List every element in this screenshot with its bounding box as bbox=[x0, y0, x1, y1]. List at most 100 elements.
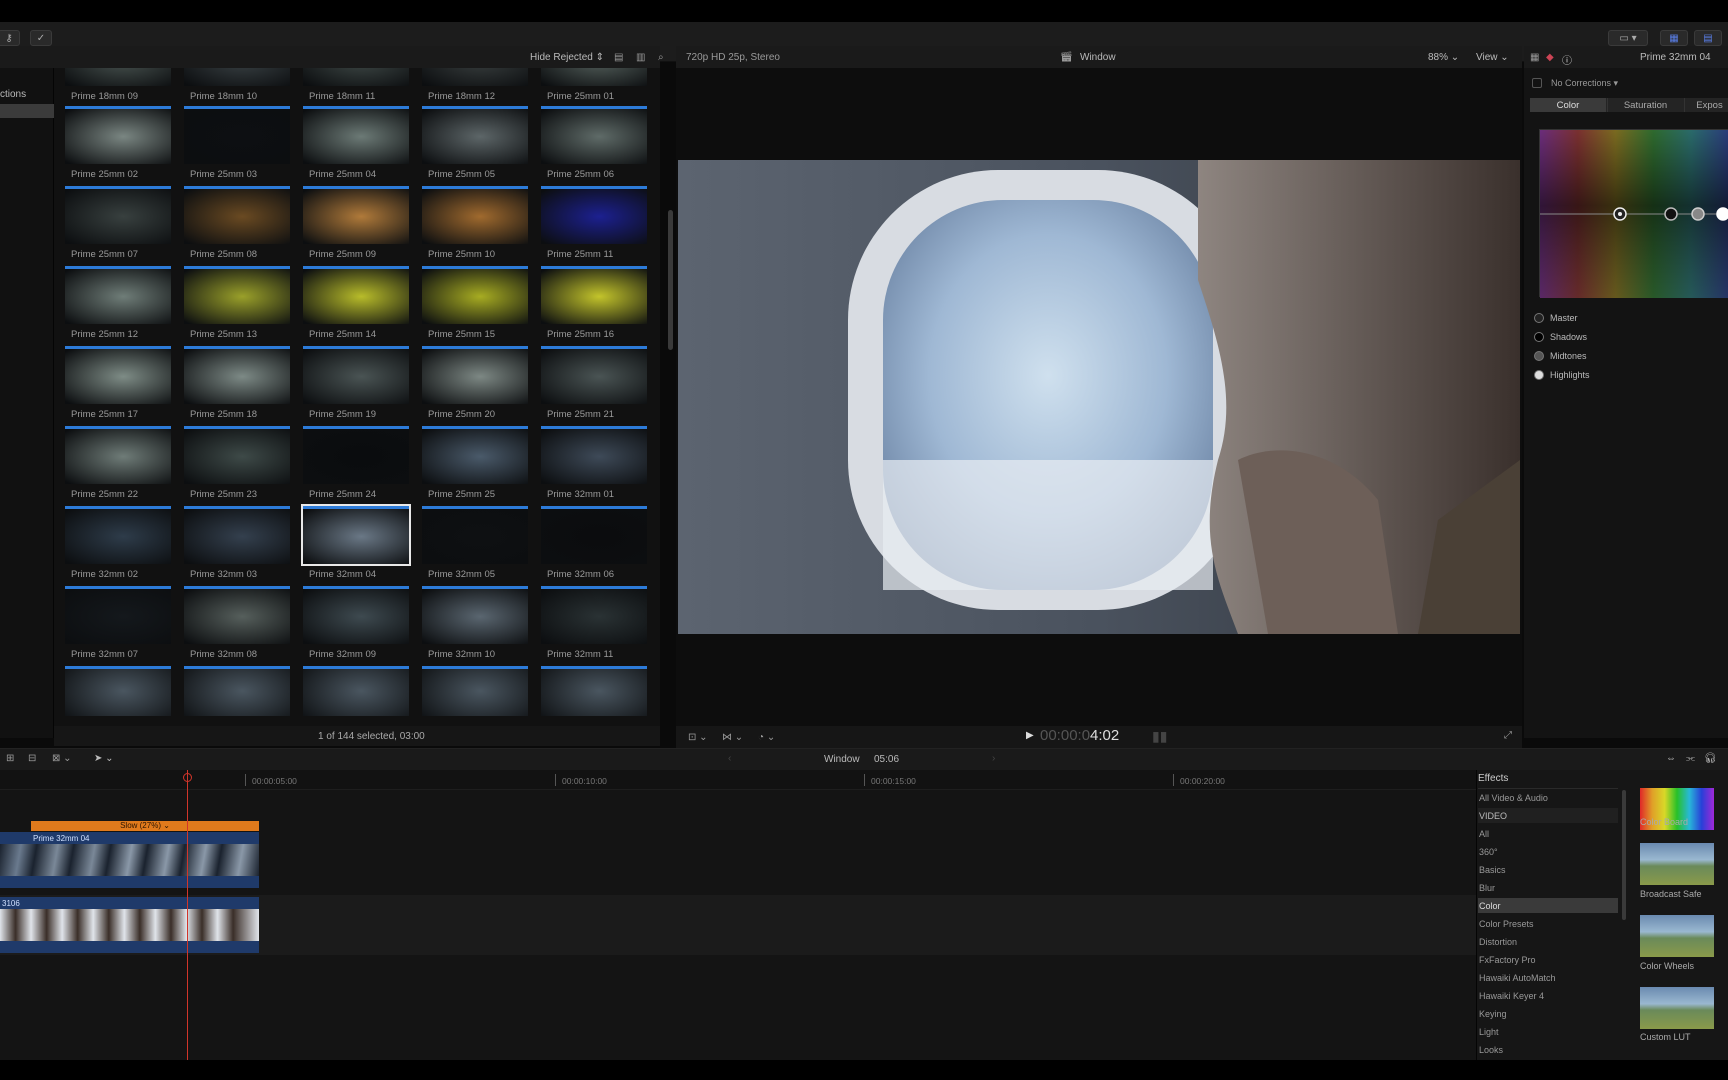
insert-icon[interactable]: ⊟ bbox=[28, 753, 36, 764]
zoom-menu[interactable]: 88% ⌄ bbox=[1428, 52, 1459, 63]
clip-thumbnail[interactable] bbox=[65, 506, 171, 564]
effects-category-item[interactable]: Distortion bbox=[1478, 934, 1618, 949]
info-icon[interactable]: ⓘ bbox=[1562, 52, 1572, 67]
clip-thumbnail[interactable] bbox=[184, 666, 290, 716]
clip-thumbnail[interactable] bbox=[65, 186, 171, 244]
range-master[interactable]: Master bbox=[1534, 313, 1578, 323]
clip-thumbnail[interactable] bbox=[422, 106, 528, 164]
color-inspector-icon[interactable]: ◆ bbox=[1546, 52, 1554, 63]
effects-category-item[interactable]: All Video & Audio bbox=[1478, 790, 1618, 805]
effects-category-item[interactable]: 360° bbox=[1478, 844, 1618, 859]
effects-category-item[interactable]: FxFactory Pro bbox=[1478, 952, 1618, 967]
effect-thumb-custom-lut[interactable] bbox=[1640, 987, 1714, 1029]
corrections-menu[interactable]: No Corrections ▾ bbox=[1551, 78, 1618, 89]
effects-category-item[interactable]: Color Presets bbox=[1478, 916, 1618, 931]
clip-thumbnail[interactable] bbox=[184, 586, 290, 644]
clip-thumbnail[interactable] bbox=[422, 68, 528, 86]
clip-thumbnail[interactable] bbox=[65, 266, 171, 324]
effects-category-item[interactable]: Basics bbox=[1478, 862, 1618, 877]
color-board[interactable] bbox=[1539, 129, 1728, 298]
clip-thumbnail[interactable] bbox=[422, 426, 528, 484]
connected-clip[interactable]: Prime 32mm 04 bbox=[0, 832, 259, 888]
timeline-ruler[interactable] bbox=[0, 770, 1476, 790]
fullscreen-icon[interactable]: ⤢ bbox=[1504, 730, 1512, 741]
search-icon[interactable]: ⌕ bbox=[658, 52, 664, 63]
clip-thumbnail[interactable] bbox=[422, 346, 528, 404]
share-icon[interactable]: ▭ ▾ bbox=[1608, 30, 1648, 46]
tab-color[interactable]: Color bbox=[1530, 98, 1606, 112]
effects-category-item[interactable]: Keying bbox=[1478, 1006, 1618, 1021]
append-icon[interactable]: ⊞ bbox=[6, 753, 14, 764]
effects-category-item[interactable]: Hawaiki Keyer 4 bbox=[1478, 988, 1618, 1003]
clip-thumbnail[interactable] bbox=[541, 186, 647, 244]
sidebar-item-collections[interactable]: ctions bbox=[0, 89, 26, 100]
key-icon[interactable]: ⚷ bbox=[0, 30, 20, 46]
playhead-line[interactable] bbox=[187, 770, 188, 1060]
clip-thumbnail[interactable] bbox=[301, 504, 411, 566]
retime-menu-icon[interactable]: ◔ ⌄ bbox=[758, 732, 775, 743]
clip-appearance-icon[interactable]: ▤ bbox=[614, 52, 623, 63]
clip-thumbnail[interactable] bbox=[65, 346, 171, 404]
clip-thumbnail[interactable] bbox=[303, 666, 409, 716]
clip-thumbnail[interactable] bbox=[184, 426, 290, 484]
select-tool-icon[interactable]: ➤ ⌄ bbox=[94, 753, 114, 764]
clip-thumbnail[interactable] bbox=[422, 186, 528, 244]
enhance-menu-icon[interactable]: ⋈ ⌄ bbox=[722, 732, 743, 743]
hide-rejected-filter[interactable]: Hide Rejected ⇕ bbox=[530, 52, 604, 63]
clip-thumbnail[interactable] bbox=[303, 346, 409, 404]
clip-thumbnail[interactable] bbox=[541, 426, 647, 484]
clip-thumbnail[interactable] bbox=[65, 68, 171, 86]
clip-thumbnail[interactable] bbox=[541, 506, 647, 564]
clip-thumbnail[interactable] bbox=[541, 586, 647, 644]
clip-thumbnail[interactable] bbox=[541, 346, 647, 404]
video-inspector-icon[interactable]: ▦ bbox=[1530, 52, 1539, 63]
clip-thumbnail[interactable] bbox=[303, 186, 409, 244]
retime-bar[interactable]: Slow (27%) ⌄ bbox=[31, 821, 259, 831]
clip-thumbnail[interactable] bbox=[303, 68, 409, 86]
browser-scrollbar[interactable] bbox=[668, 210, 673, 350]
clip-thumbnail[interactable] bbox=[422, 666, 528, 716]
effects-category-item[interactable]: Looks bbox=[1478, 1042, 1618, 1057]
clip-thumbnail[interactable] bbox=[65, 426, 171, 484]
timecode-display[interactable]: 00:00:04:02 bbox=[1040, 727, 1119, 744]
clip-thumbnail[interactable] bbox=[422, 506, 528, 564]
clip-thumbnail[interactable] bbox=[303, 426, 409, 484]
overwrite-icon[interactable]: ⊠ ⌄ bbox=[52, 753, 72, 764]
headphones-icon[interactable]: 🎧︎ bbox=[1704, 753, 1717, 764]
clip-thumbnail[interactable] bbox=[541, 106, 647, 164]
clip-thumbnail[interactable] bbox=[303, 586, 409, 644]
effects-category-item[interactable]: Color bbox=[1478, 898, 1618, 913]
forward-icon[interactable]: › bbox=[992, 753, 995, 764]
clip-thumbnail[interactable] bbox=[184, 266, 290, 324]
clip-thumbnail[interactable] bbox=[65, 106, 171, 164]
effects-category-item[interactable]: VIDEO bbox=[1478, 808, 1618, 823]
correction-checkbox[interactable] bbox=[1532, 78, 1542, 88]
workspace-icon[interactable]: ▦ bbox=[1660, 30, 1688, 46]
play-icon[interactable]: ▶ bbox=[1026, 730, 1034, 741]
effects-category-item[interactable]: All bbox=[1478, 826, 1618, 841]
clip-thumbnail[interactable] bbox=[422, 266, 528, 324]
effects-category-item[interactable]: Blur bbox=[1478, 880, 1618, 895]
background-tasks-icon[interactable]: ✓ bbox=[30, 30, 52, 46]
clip-thumbnail[interactable] bbox=[65, 586, 171, 644]
effects-scrollbar[interactable] bbox=[1622, 790, 1626, 920]
clip-thumbnail[interactable] bbox=[303, 106, 409, 164]
clip-thumbnail[interactable] bbox=[541, 266, 647, 324]
clip-thumbnail[interactable] bbox=[303, 266, 409, 324]
clip-thumbnail[interactable] bbox=[65, 666, 171, 716]
filmstrip-icon[interactable]: ▥ bbox=[636, 52, 645, 63]
clip-thumbnail[interactable] bbox=[184, 186, 290, 244]
skimming-icon[interactable]: ⫘ bbox=[1686, 753, 1695, 764]
clip-thumbnail[interactable] bbox=[422, 586, 528, 644]
effect-thumb-broadcast-safe[interactable] bbox=[1640, 843, 1714, 885]
layout-icon[interactable]: ▤ bbox=[1694, 30, 1722, 46]
viewer-frame-image[interactable] bbox=[678, 160, 1520, 634]
view-menu[interactable]: View ⌄ bbox=[1476, 52, 1509, 63]
range-highlights[interactable]: Highlights bbox=[1534, 370, 1590, 380]
primary-clip[interactable]: 3106 bbox=[0, 897, 259, 953]
clip-thumbnail[interactable] bbox=[541, 68, 647, 86]
range-midtones[interactable]: Midtones bbox=[1534, 351, 1587, 361]
clip-thumbnail[interactable] bbox=[541, 666, 647, 716]
effects-category-item[interactable]: Hawaiki AutoMatch bbox=[1478, 970, 1618, 985]
clip-thumbnail[interactable] bbox=[184, 106, 290, 164]
